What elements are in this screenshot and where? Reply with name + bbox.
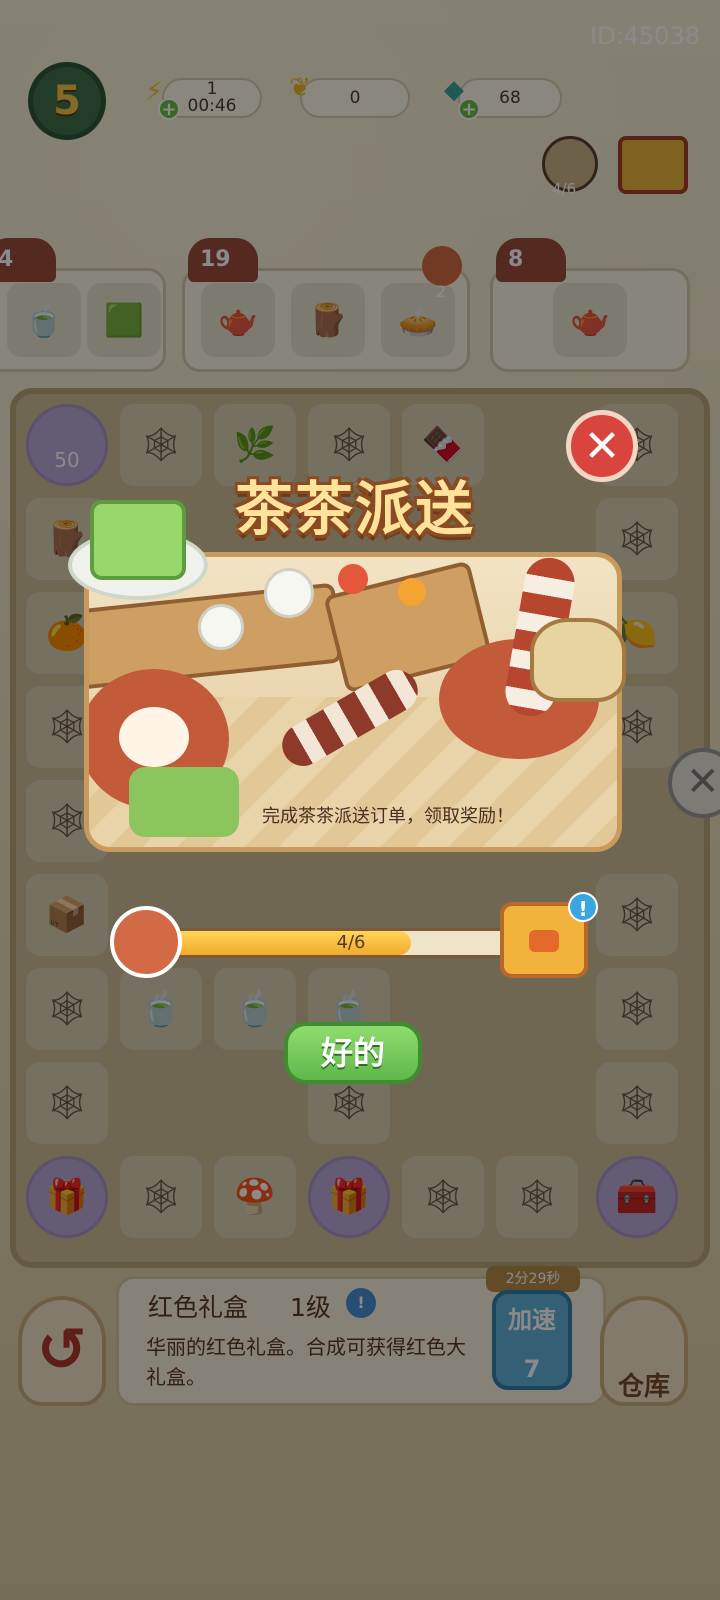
popup-subtitle: 完成茶茶派送订单，领取奖励！ <box>262 806 514 827</box>
helper-badge-count: 2 <box>436 282 447 301</box>
board-cell[interactable]: 🕸 <box>26 1062 108 1144</box>
board-cell[interactable]: 🕸 <box>26 968 108 1050</box>
red-fruit-icon <box>338 564 368 594</box>
close-icon: ✕ <box>583 420 621 472</box>
warehouse-button[interactable]: 仓库 <box>600 1296 688 1406</box>
board-cell-bubble[interactable]: 50 <box>26 404 108 486</box>
board-cell[interactable]: 🕸 <box>596 874 678 956</box>
cinnamon-stick-icon: 🪵 <box>291 283 365 357</box>
speed-label: 加速 <box>508 1306 556 1334</box>
board-cell-bubble[interactable]: 🧰 <box>596 1156 678 1238</box>
recycle-button[interactable]: ↺ <box>18 1296 106 1406</box>
board-cell[interactable]: 🍵 <box>120 968 202 1050</box>
item-level: 1级 <box>290 1293 331 1322</box>
board-cell[interactable]: 🕸 <box>496 1156 578 1238</box>
player-id: ID:45038 <box>590 22 700 50</box>
warehouse-label: 仓库 <box>617 1372 670 1402</box>
red-panda-avatar-icon <box>110 906 182 978</box>
tea-bag-icon: 🫖 <box>553 283 627 357</box>
speed-cost: 7 <box>523 1355 541 1383</box>
gem-value: 68 <box>499 87 521 108</box>
board-cell[interactable]: 🍄 <box>214 1156 296 1238</box>
speed-up-button[interactable]: 加速 7 <box>492 1290 572 1390</box>
close-button[interactable]: ✕ <box>566 410 638 482</box>
red-panda-face <box>119 707 189 767</box>
green-apron <box>129 767 239 837</box>
shop-house-icon[interactable] <box>618 136 688 194</box>
add-energy-button[interactable]: + <box>158 98 180 120</box>
board-cell[interactable]: 🕸 <box>402 1156 484 1238</box>
board-cell[interactable]: 📦 <box>26 874 108 956</box>
green-tea-cup-icon: 🍵 <box>7 283 81 357</box>
swirl-icon: ↺ <box>36 1315 88 1385</box>
item-name: 红色礼盒 <box>148 1293 249 1322</box>
teacup-icon <box>198 604 244 650</box>
board-cell[interactable]: 🕸 <box>596 1062 678 1144</box>
progress-text: 4/6 <box>336 932 366 953</box>
tea-sack-icon <box>530 618 626 702</box>
popup-title: 茶茶派送 <box>234 475 475 543</box>
energy-timer: 00:46 <box>187 96 237 116</box>
tea-bag-icon: 🫖 <box>201 283 275 357</box>
board-cell[interactable]: 🕸 <box>120 404 202 486</box>
board-cell[interactable]: 🕸 <box>120 1156 202 1238</box>
speed-timer: 2分29秒 <box>486 1266 580 1292</box>
helper-badge-avatar <box>422 246 462 286</box>
order-reward-3: 8 <box>496 238 566 282</box>
ginkgo-leaf-icon: ❦ <box>289 73 311 103</box>
board-cell-bubble[interactable]: 🎁 <box>308 1156 390 1238</box>
order-reward-1: 4 <box>0 238 56 282</box>
order-card-2[interactable]: 🫖 🪵 🥧 <box>182 268 470 372</box>
paw-icon <box>529 930 559 952</box>
green-jelly-icon <box>90 500 186 580</box>
chest-alert-badge: ! <box>568 892 598 922</box>
teacup-icon <box>264 568 314 618</box>
bubble-value: 50 <box>54 448 80 472</box>
orange-fruit-icon <box>398 578 426 606</box>
order-reward-2: 19 <box>188 238 258 282</box>
order-card-3[interactable]: 🫖 <box>490 268 690 372</box>
item-description: 华丽的红色礼盒。合成可获得红色大礼盒。 <box>146 1335 466 1389</box>
info-icon[interactable]: ! <box>346 1288 376 1318</box>
board-cell[interactable]: 🕸 <box>596 968 678 1050</box>
board-cell-bubble[interactable]: 🎁 <box>26 1156 108 1238</box>
add-gem-button[interactable]: + <box>458 98 480 120</box>
helper-count: 4/6 <box>552 180 577 198</box>
green-jelly-icon: 🟩 <box>87 283 161 357</box>
ok-button[interactable]: 好的 <box>284 1022 422 1084</box>
leaf-value: 0 <box>349 87 361 108</box>
order-card-1[interactable]: 🍵 🟩 <box>0 268 166 372</box>
level-badge[interactable]: 5 <box>28 62 106 140</box>
